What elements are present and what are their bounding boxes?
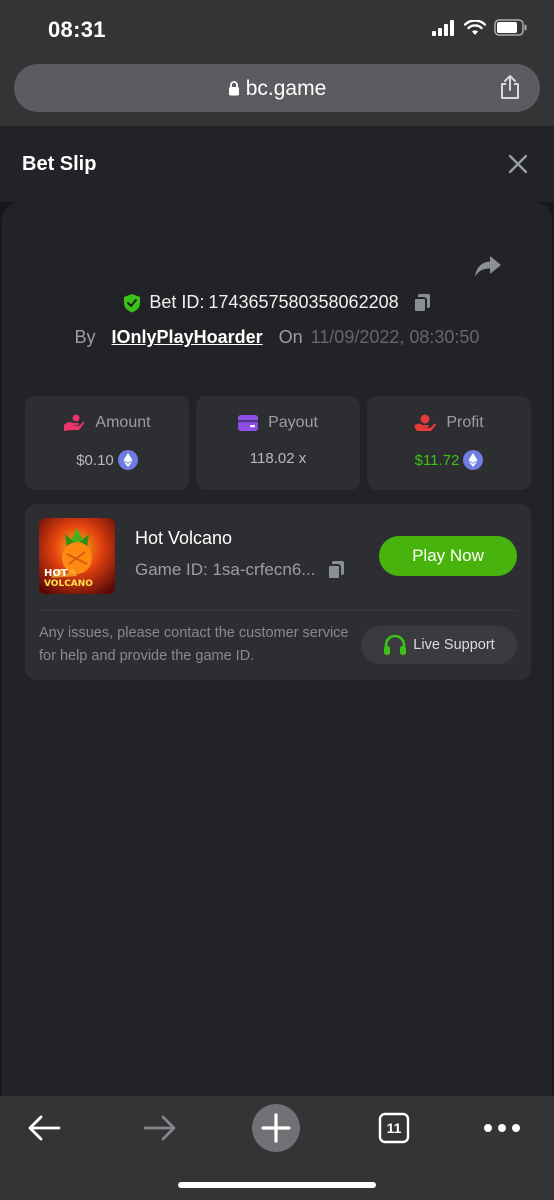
close-icon[interactable] xyxy=(508,154,528,174)
stat-profit-label: Profit xyxy=(446,414,484,431)
amount-icon xyxy=(64,414,85,431)
game-card: HOT VOLCANO Hot Volcano Game ID: 1sa-crf… xyxy=(25,504,531,680)
browser-bottom-toolbar: 11 xyxy=(0,1096,554,1200)
bet-datetime: 11/09/2022, 08:30:50 xyxy=(310,327,480,347)
more-dots-icon xyxy=(484,1124,520,1132)
bet-id-label: Bet ID: xyxy=(149,292,205,312)
game-id-row: Game ID: 1sa-crfecn6... xyxy=(135,560,345,580)
live-support-button[interactable]: Live Support xyxy=(361,626,517,664)
stat-amount-label: Amount xyxy=(95,414,151,431)
url-display: bc.game xyxy=(14,77,540,101)
bet-stats: Amount $0.10 Payout 118.02 x Profit $11.… xyxy=(25,396,531,490)
eth-coin-icon xyxy=(117,450,138,470)
copy-icon[interactable] xyxy=(327,560,345,580)
help-text: Any issues, please contact the customer … xyxy=(39,625,349,664)
stat-payout-label: Payout xyxy=(268,414,318,431)
plus-icon xyxy=(252,1104,300,1152)
eth-coin-icon xyxy=(463,450,484,470)
arrow-right-icon xyxy=(143,1115,176,1141)
divider xyxy=(39,610,517,611)
bet-slip-header: Bet Slip xyxy=(0,126,554,202)
copy-icon[interactable] xyxy=(412,293,431,313)
live-support-label: Live Support xyxy=(413,637,495,653)
lock-icon xyxy=(228,81,239,96)
stat-payout-value: 118.02 x xyxy=(249,450,307,467)
stat-amount: Amount $0.10 xyxy=(25,396,189,490)
forward-share-icon[interactable] xyxy=(474,254,502,278)
profit-icon xyxy=(414,414,437,431)
url-bar[interactable]: bc.game xyxy=(14,64,540,112)
wallet-icon xyxy=(238,415,259,431)
stat-payout: Payout 118.02 x xyxy=(196,396,360,490)
game-thumbnail[interactable]: HOT VOLCANO xyxy=(39,518,115,594)
game-thumb-text-1: HOT xyxy=(44,568,68,579)
tabs-button[interactable]: 11 xyxy=(370,1104,418,1152)
status-icons xyxy=(432,19,528,36)
play-now-button[interactable]: Play Now xyxy=(379,536,517,576)
on-label: On xyxy=(278,327,303,347)
home-indicator xyxy=(178,1182,376,1188)
by-label: By xyxy=(74,327,96,347)
url-text: bc.game xyxy=(245,77,327,100)
wifi-icon xyxy=(464,19,486,35)
bet-slip-panel: Bet ID: 1743657580358062208 By IOnlyPlayH… xyxy=(2,202,552,1096)
arrow-left-icon xyxy=(28,1115,61,1141)
verified-shield-icon xyxy=(124,293,141,312)
stat-profit: Profit $11.72 xyxy=(367,396,531,490)
game-id-text: Game ID: 1sa-crfecn6... xyxy=(135,560,316,579)
page-title: Bet Slip xyxy=(22,153,97,175)
bet-meta-row: By IOnlyPlayHoarder On 11/09/2022, 08:30… xyxy=(2,327,552,348)
game-thumb-text-2: VOLCANO xyxy=(44,579,93,589)
bet-id-value: 1743657580358062208 xyxy=(208,292,399,312)
forward-button[interactable] xyxy=(136,1104,184,1152)
more-menu-button[interactable] xyxy=(478,1104,526,1152)
username-link[interactable]: IOnlyPlayHoarder xyxy=(112,327,263,348)
share-icon[interactable] xyxy=(499,74,521,100)
battery-icon xyxy=(494,19,527,36)
back-button[interactable] xyxy=(20,1104,68,1152)
bet-id-row: Bet ID: 1743657580358062208 xyxy=(2,292,552,313)
cellular-signal-icon xyxy=(432,19,454,36)
stat-amount-value: $0.10 xyxy=(76,451,114,469)
status-time: 08:31 xyxy=(48,17,106,42)
game-name: Hot Volcano xyxy=(135,528,233,548)
stat-profit-value: $11.72 xyxy=(414,451,460,469)
browser-top-bar: 08:31 bc.game xyxy=(0,0,554,126)
headset-icon xyxy=(384,634,407,655)
new-tab-button[interactable] xyxy=(252,1104,300,1152)
tabs-count: 11 xyxy=(386,1120,402,1136)
